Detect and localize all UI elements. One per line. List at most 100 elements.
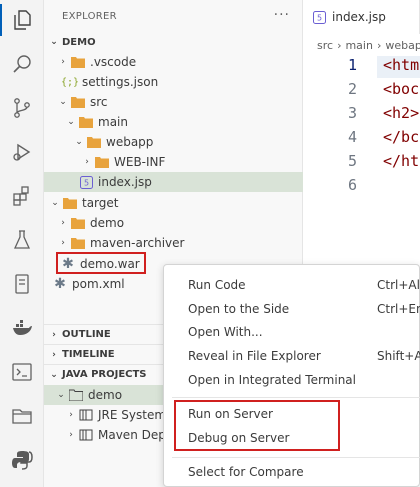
tree-item-main[interactable]: ⌄ main — [44, 112, 303, 132]
docker-icon[interactable] — [0, 308, 44, 348]
chevron-down-icon: ⌄ — [51, 198, 59, 208]
notebook-icon[interactable] — [0, 264, 44, 304]
tree-item-label: settings.json — [82, 75, 159, 89]
tree-item-label: main — [98, 115, 128, 129]
tree-item-label: WEB-INF — [114, 155, 166, 169]
breadcrumb-item[interactable]: src — [317, 39, 333, 52]
folder-icon — [86, 134, 102, 150]
tree-item-settings-json[interactable]: {;} settings.json — [44, 72, 303, 92]
menu-item-open-in-terminal[interactable]: Open in Integrated Terminal — [164, 369, 420, 391]
tree-item-label: src — [90, 95, 108, 109]
breadcrumb-item[interactable]: webap — [385, 39, 420, 52]
folder-icon — [62, 195, 78, 211]
library-icon — [78, 427, 94, 443]
code-line: <h2> — [383, 104, 420, 122]
more-actions-icon[interactable]: ··· — [274, 7, 290, 23]
code-line: </ht — [383, 152, 420, 170]
chevron-down-icon: ⌄ — [75, 137, 83, 147]
chevron-down-icon: ⌄ — [57, 390, 65, 400]
terminal-icon[interactable] — [0, 352, 44, 392]
demo-war-highlight-box — [56, 252, 146, 274]
line-number: 3 — [347, 104, 357, 122]
tree-item-demo[interactable]: › demo — [44, 213, 303, 233]
folder-icon — [70, 215, 86, 231]
folder-icon[interactable] — [0, 396, 44, 436]
chevron-right-icon: › — [69, 430, 73, 440]
svg-text:5: 5 — [83, 178, 88, 187]
chevron-right-icon: › — [61, 218, 65, 228]
menu-separator — [172, 397, 420, 398]
workspace-root-label: DEMO — [62, 36, 96, 48]
chevron-down-icon: ⌄ — [59, 97, 67, 107]
menu-item-label: Open to the Side — [188, 302, 290, 316]
chevron-right-icon: › — [52, 349, 56, 360]
folder-icon — [94, 154, 110, 170]
tree-item-label: webapp — [106, 135, 154, 149]
chevron-right-icon: › — [337, 38, 342, 52]
folder-icon — [70, 235, 86, 251]
line-number: 5 — [347, 152, 357, 170]
tab-label: index.jsp — [332, 10, 386, 24]
python-icon[interactable] — [0, 440, 44, 480]
tree-item-label: pom.xml — [72, 277, 125, 291]
chevron-down-icon: ⌄ — [50, 37, 58, 47]
code-line: </bc — [383, 128, 420, 146]
chevron-right-icon: › — [61, 238, 65, 248]
tree-item-label: .vscode — [90, 55, 137, 69]
menu-item-label: Select for Compare — [188, 465, 304, 479]
jsp-file-icon: 5 — [78, 174, 94, 190]
menu-item-label: Open With... — [188, 325, 263, 339]
tree-item-src[interactable]: ⌄ src — [44, 92, 303, 112]
extensions-icon[interactable] — [0, 176, 44, 216]
tree-item-maven-archiver[interactable]: › maven-archiver — [44, 233, 303, 253]
menu-item-run-code[interactable]: Run Code Ctrl+Alt — [164, 274, 420, 296]
menu-item-select-for-compare[interactable]: Select for Compare — [164, 461, 420, 483]
menu-item-shortcut: Shift+Alt — [377, 349, 420, 363]
java-projects-section-label: JAVA PROJECTS — [62, 369, 147, 380]
chevron-down-icon: ⌄ — [50, 369, 58, 380]
line-number: 2 — [347, 80, 357, 98]
breadcrumb: src › main › webap — [303, 34, 420, 56]
breadcrumb-item[interactable]: main — [345, 39, 372, 52]
testing-icon[interactable] — [0, 220, 44, 260]
tree-item-label: demo — [90, 216, 125, 230]
run-debug-icon[interactable] — [0, 132, 44, 172]
chevron-right-icon: › — [69, 410, 73, 420]
chevron-right-icon: › — [85, 157, 89, 167]
menu-item-label: Reveal in File Explorer — [188, 349, 321, 363]
editor-tabbar: 5 index.jsp — [303, 0, 420, 34]
tree-item-label: index.jsp — [98, 175, 152, 189]
tree-item-label: target — [82, 196, 119, 210]
tree-item-vscode[interactable]: › .vscode — [44, 52, 303, 72]
files-icon[interactable] — [0, 0, 44, 40]
tree-item-target[interactable]: ⌄ target — [44, 193, 303, 213]
line-number: 1 — [347, 56, 357, 74]
menu-item-open-with[interactable]: Open With... — [164, 321, 420, 343]
tree-item-index-jsp[interactable]: 5 index.jsp — [44, 172, 303, 192]
chevron-right-icon: › — [52, 329, 56, 340]
menu-item-label: Run Code — [188, 278, 246, 292]
context-menu: Run Code Ctrl+Alt Open to the Side Ctrl+… — [163, 264, 420, 487]
code-line: <htm — [383, 56, 420, 74]
tree-item-webapp[interactable]: ⌄ webapp — [44, 132, 303, 152]
chevron-right-icon: › — [61, 57, 65, 67]
tree-item-web-inf[interactable]: › WEB-INF — [44, 152, 303, 172]
source-control-icon[interactable] — [0, 88, 44, 128]
tab-index-jsp[interactable]: 5 index.jsp — [303, 0, 420, 34]
folder-icon — [78, 114, 94, 130]
chevron-right-icon: › — [376, 38, 382, 52]
tree-item-label: maven-archiver — [90, 236, 185, 250]
workspace-root-header[interactable]: ⌄ DEMO — [44, 32, 303, 52]
library-icon — [78, 407, 94, 423]
menu-item-reveal-in-explorer[interactable]: Reveal in File Explorer Shift+Alt — [164, 345, 420, 367]
menu-item-label: Open in Integrated Terminal — [188, 373, 356, 387]
code-line: <boc — [383, 80, 420, 98]
jsp-file-icon: 5 — [313, 10, 326, 24]
search-icon[interactable] — [0, 44, 44, 84]
activity-bar — [0, 0, 44, 487]
line-number: 6 — [347, 176, 357, 194]
project-folder-icon — [68, 387, 84, 403]
menu-item-open-to-side[interactable]: Open to the Side Ctrl+Ent — [164, 298, 420, 320]
folder-icon — [70, 54, 86, 70]
chevron-down-icon: ⌄ — [67, 117, 75, 127]
